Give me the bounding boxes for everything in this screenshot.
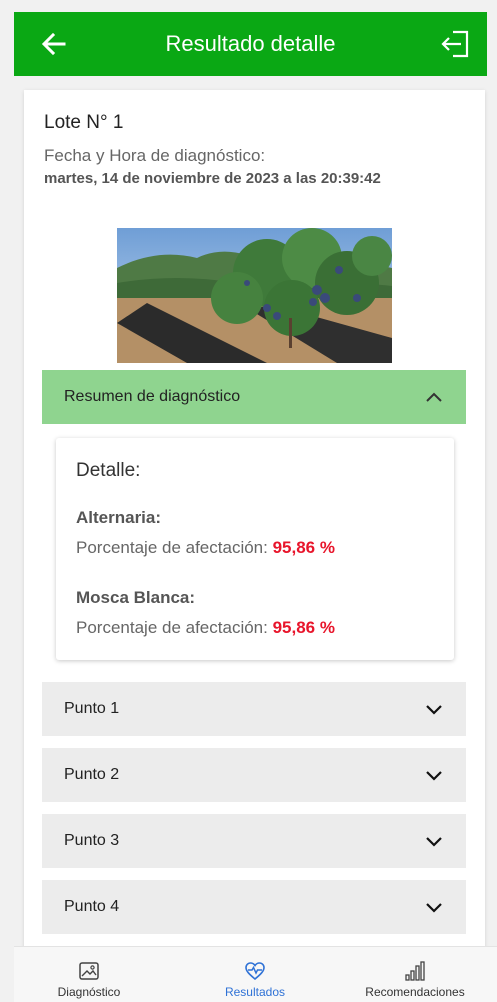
percentage-value: 95,86 % [272,538,335,557]
punto-accordion-1[interactable]: Punto 1 [42,682,466,736]
nav-item-label: Resultados [224,985,286,999]
detail-panel: Detalle: Alternaria: Porcentaje de afect… [56,438,454,660]
punto-label: Punto 3 [64,832,120,849]
nav-item-diagnostico[interactable]: Diagnóstico [14,947,164,1002]
nav-item-resultados[interactable]: Resultados [180,947,330,1002]
top-app-bar: Resultado detalle [14,12,487,76]
punto-accordion-2[interactable]: Punto 2 [42,748,466,802]
nav-item-label: Diagnóstico [57,985,121,999]
chevron-down-icon [426,705,442,715]
image-icon [79,962,99,980]
percentage-value: 95,86 % [272,618,335,637]
page-title: Resultado detalle [165,31,336,56]
chevron-down-icon [426,903,442,913]
punto-label: Punto 1 [64,700,120,717]
arrow-left-icon[interactable] [36,26,72,62]
percentage-label: Porcentaje de afectación: [76,538,268,557]
nav-item-recomendaciones[interactable]: Recomendaciones [340,947,490,1002]
lote-title: Lote N° 1 [44,112,124,133]
chevron-down-icon [426,837,442,847]
disease-name: Mosca Blanca: [76,588,196,607]
bar-chart-icon [405,961,425,981]
fecha-label: Fecha y Hora de diagnóstico: [44,146,266,165]
logout-icon[interactable] [437,26,473,62]
result-card: Lote N° 1 Fecha y Hora de diagnóstico: m… [24,90,485,950]
disease-percentage-row: Porcentaje de afectación: 95,86 % [76,618,335,638]
disease-percentage-row: Porcentaje de afectación: 95,86 % [76,538,335,558]
chevron-up-icon [426,392,442,402]
punto-label: Punto 4 [64,898,120,915]
heart-pulse-icon [245,962,265,981]
punto-accordion-4[interactable]: Punto 4 [42,880,466,934]
chevron-down-icon [426,771,442,781]
fecha-value: martes, 14 de noviembre de 2023 a las 20… [44,170,381,187]
summary-label: Resumen de diagnóstico [64,388,241,405]
crop-photo [117,228,392,363]
bottom-navigation: Diagnóstico Resultados Recomendaciones [14,946,497,1002]
punto-accordion-3[interactable]: Punto 3 [42,814,466,868]
disease-name: Alternaria: [76,508,162,527]
detail-title: Detalle: [76,460,141,481]
summary-accordion-header[interactable]: Resumen de diagnóstico [42,370,466,424]
percentage-label: Porcentaje de afectación: [76,618,268,637]
punto-label: Punto 2 [64,766,120,783]
nav-item-label: Recomendaciones [365,985,465,999]
